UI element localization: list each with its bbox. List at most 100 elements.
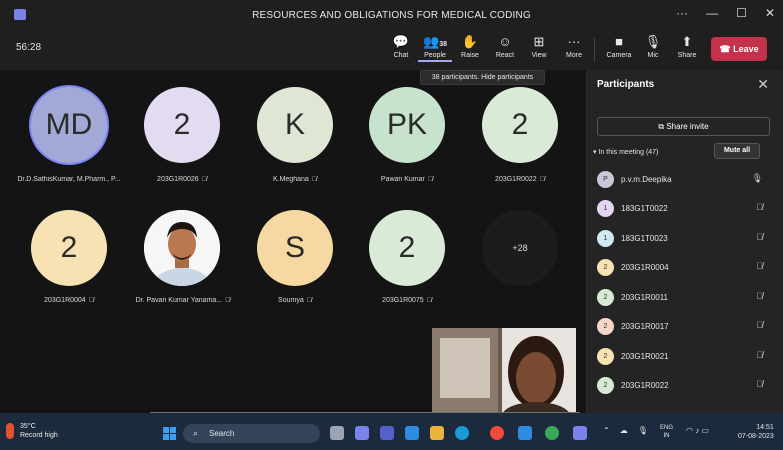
react-button[interactable]: ☺ React [488, 33, 522, 69]
avatar: 2 [597, 377, 614, 394]
participant-tile-avatar[interactable]: K [257, 87, 333, 163]
participant-tile-avatar[interactable]: S [257, 210, 333, 286]
mic-off-icon: 🎙̸ [225, 297, 231, 304]
participant-row[interactable]: 1 183G1T0023 🎙̸ [597, 228, 767, 248]
participant-row[interactable]: 2 203G1R0017 🎙̸ [597, 316, 767, 336]
mic-off-icon: 🎙̸ [756, 202, 763, 212]
participant-name: 203G1R0021 [621, 352, 669, 361]
participant-tile-avatar[interactable]: 2 [482, 87, 558, 163]
chevron-up-icon[interactable]: ⌃ [603, 426, 610, 435]
mail-icon[interactable] [405, 426, 419, 440]
participants-panel: Participants ✕ ⧉ Share invite ▾ In this … [586, 70, 783, 413]
mic-off-icon: 🎙̸ [306, 297, 312, 304]
file-explorer-icon[interactable] [430, 426, 444, 440]
phone-hangup-icon: ☎ [719, 44, 734, 54]
mic-off-icon: 🎙̸ [756, 261, 763, 271]
participant-row[interactable]: 2 203G1R0022 🎙̸ [597, 375, 767, 395]
people-tooltip: 38 participants. Hide participants [420, 70, 545, 85]
participant-row[interactable]: 2 203G1R0011 🎙̸ [597, 287, 767, 307]
avatar: 2 [597, 318, 614, 335]
participant-tile-label: K.Meghana 🎙̸ [272, 176, 318, 183]
avatar: P [597, 171, 614, 188]
cloud-icon[interactable]: ☁ [620, 426, 628, 435]
more-participants-button[interactable]: +28 [482, 210, 558, 286]
participant-row[interactable]: P p.v.m.Deepika 🎙 [597, 169, 767, 189]
chrome-icon[interactable] [490, 426, 504, 440]
mute-all-button[interactable]: Mute all [714, 143, 760, 159]
teams-chat-icon[interactable] [355, 426, 369, 440]
minimize-icon[interactable]: — [706, 6, 718, 20]
maximize-icon[interactable]: ☐ [736, 6, 747, 20]
more-options-icon[interactable]: ··· [676, 6, 688, 20]
participant-tile-label: 203G1R0022 🎙̸ [495, 176, 545, 183]
close-icon[interactable]: ✕ [757, 76, 769, 93]
system-tray: ⌃ ☁ 🎙 [603, 426, 648, 435]
participant-name: 203G1R0011 [621, 293, 668, 302]
participant-name: 203G1R0004 [621, 263, 669, 272]
avatar: 2 [597, 348, 614, 365]
participant-name: 203G1R0017 [621, 322, 669, 331]
meeting-timer: 56:28 [16, 42, 42, 53]
mic-tray-icon[interactable]: 🎙 [638, 426, 648, 435]
in-meeting-section-toggle[interactable]: ▾ In this meeting (47) [593, 148, 658, 156]
window-title: RESOURCES AND OBLIGATIONS FOR MEDICAL CO… [252, 10, 531, 21]
self-video-preview[interactable] [432, 328, 576, 413]
participant-tile-label: 203G1R0004 🎙̸ [44, 297, 94, 304]
mic-on-icon: 🎙 [751, 173, 763, 183]
chat-button[interactable]: 💬 Chat [384, 33, 418, 69]
taskbar-clock[interactable]: 14:51 07-08-2023 [738, 423, 774, 441]
close-icon[interactable]: ✕ [765, 6, 775, 20]
view-icon: ⊞ [533, 34, 545, 49]
participant-name: 183G1T0022 [621, 204, 668, 213]
taskbar-search[interactable]: ⌕ Search [183, 424, 320, 443]
share-invite-button[interactable]: ⧉ Share invite [597, 117, 770, 136]
share-button[interactable]: ⬆ Share [670, 33, 704, 69]
mic-button[interactable]: 🎙 Mic [636, 33, 670, 69]
raise-hand-button[interactable]: ✋ Raise [453, 33, 487, 69]
more-button[interactable]: ··· More [557, 33, 591, 69]
leave-button[interactable]: ☎ Leave [711, 37, 767, 61]
store-icon[interactable] [518, 426, 532, 440]
task-view-icon[interactable] [330, 426, 344, 440]
participant-row[interactable]: 2 203G1R0021 🎙̸ [597, 346, 767, 366]
participant-tile-avatar[interactable]: 2 [31, 210, 107, 286]
participant-name: 203G1R0022 [621, 381, 669, 390]
toolbar-divider [594, 38, 595, 62]
windows-start-icon[interactable] [163, 427, 176, 440]
avatar: 1 [597, 230, 614, 247]
teams-meeting-icon[interactable] [573, 426, 587, 440]
camera-icon: ■ [615, 34, 623, 49]
language-indicator[interactable]: ENG IN [660, 424, 673, 440]
weather-widget[interactable]: 35°C Record high [20, 422, 58, 440]
video-stage: 38 participants. Hide participants MD Dr… [0, 70, 586, 415]
participant-row[interactable]: 1 183G1T0022 🎙̸ [597, 198, 767, 218]
participant-tile-avatar[interactable]: 2 [369, 210, 445, 286]
windows-taskbar: 35°C Record high ⌕ Search ⌃ ☁ 🎙 ENG IN ◠ … [0, 413, 783, 450]
participant-tile-label: Soumya 🎙̸ [278, 297, 312, 304]
participant-tile-label: 203G1R0075 🎙̸ [382, 297, 432, 304]
participant-row[interactable]: 2 203G1R0004 🎙̸ [597, 257, 767, 277]
participant-tile-label: Dr.D.SathisKumar, M.Pharm., P... [17, 176, 121, 183]
window-controls: ··· — ☐ ✕ [676, 6, 775, 20]
camera-button[interactable]: ■ Camera [602, 33, 636, 69]
mic-off-icon: 🎙̸ [539, 176, 545, 183]
mic-off-icon: 🎙̸ [201, 176, 207, 183]
participant-tile-avatar[interactable]: MD [31, 87, 107, 163]
view-button[interactable]: ⊞ View [522, 33, 556, 69]
mic-off-icon: 🎙̸ [756, 379, 763, 389]
participant-photo-avatar[interactable] [144, 210, 220, 286]
raise-hand-icon: ✋ [461, 34, 479, 49]
person-photo-icon [144, 210, 220, 286]
people-button[interactable]: 👥38 People [418, 33, 452, 69]
participant-name: 183G1T0023 [621, 234, 668, 243]
teams-app-icon[interactable] [380, 426, 394, 440]
edge-icon[interactable] [455, 426, 469, 440]
mic-off-icon: 🎙̸ [88, 297, 94, 304]
react-icon: ☺ [498, 34, 512, 49]
chrome-profile-icon[interactable] [545, 426, 559, 440]
participant-tile-label: 203G1R0026 🎙̸ [157, 176, 207, 183]
wifi-volume-battery-icon[interactable]: ◠ ♪ ▭ [686, 426, 709, 435]
participant-tile-avatar[interactable]: PK [369, 87, 445, 163]
participant-name: p.v.m.Deepika [621, 175, 672, 184]
participant-tile-avatar[interactable]: 2 [144, 87, 220, 163]
